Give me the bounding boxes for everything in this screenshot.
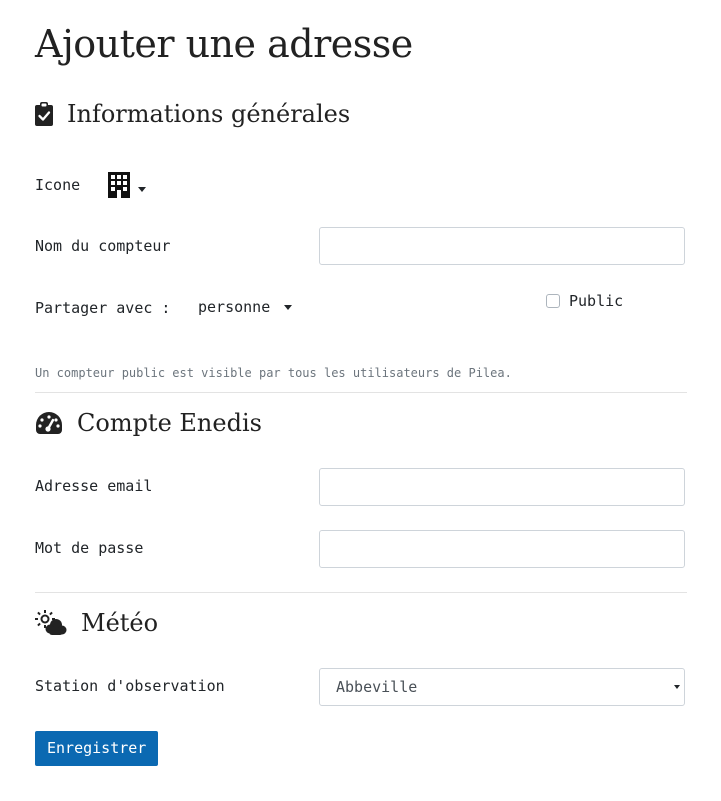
email-field[interactable] — [319, 468, 685, 506]
station-select[interactable]: Abbeville — [319, 668, 685, 706]
section-meteo-title: Météo — [35, 609, 158, 637]
clipboard-check-icon — [35, 102, 53, 126]
name-label: Nom du compteur — [35, 237, 171, 255]
cloud-sun-icon — [35, 610, 67, 636]
section-enedis-label: Compte Enedis — [77, 409, 262, 437]
public-toggle[interactable]: Public — [546, 292, 623, 310]
chevron-down-icon — [674, 685, 680, 689]
building-icon — [108, 172, 130, 202]
icon-picker[interactable] — [108, 172, 146, 202]
tachometer-icon — [35, 411, 63, 435]
password-label: Mot de passe — [35, 539, 144, 557]
share-dropdown-value: personne — [198, 298, 271, 316]
page-title: Ajouter une adresse — [35, 22, 413, 66]
section-general-title: Informations générales — [35, 100, 350, 128]
section-general-label: Informations générales — [67, 100, 351, 128]
divider — [35, 392, 687, 393]
share-dropdown[interactable]: personne — [198, 298, 293, 316]
station-select-value: Abbeville — [336, 678, 418, 696]
icon-label: Icone — [35, 176, 81, 194]
chevron-down-icon — [138, 186, 146, 192]
meter-name-input[interactable] — [319, 227, 685, 265]
public-label: Public — [569, 292, 624, 310]
password-field[interactable] — [319, 530, 685, 568]
public-help-text: Un compteur public est visible par tous … — [35, 366, 512, 380]
save-button[interactable]: Enregistrer — [35, 731, 159, 766]
public-checkbox[interactable] — [546, 294, 560, 308]
chevron-down-icon — [284, 304, 293, 310]
share-label: Partager avec : — [35, 299, 171, 317]
divider — [35, 592, 687, 593]
station-label: Station d'observation — [35, 677, 225, 695]
section-meteo-label: Météo — [81, 609, 159, 637]
email-label: Adresse email — [35, 477, 153, 495]
section-enedis-title: Compte Enedis — [35, 409, 262, 437]
